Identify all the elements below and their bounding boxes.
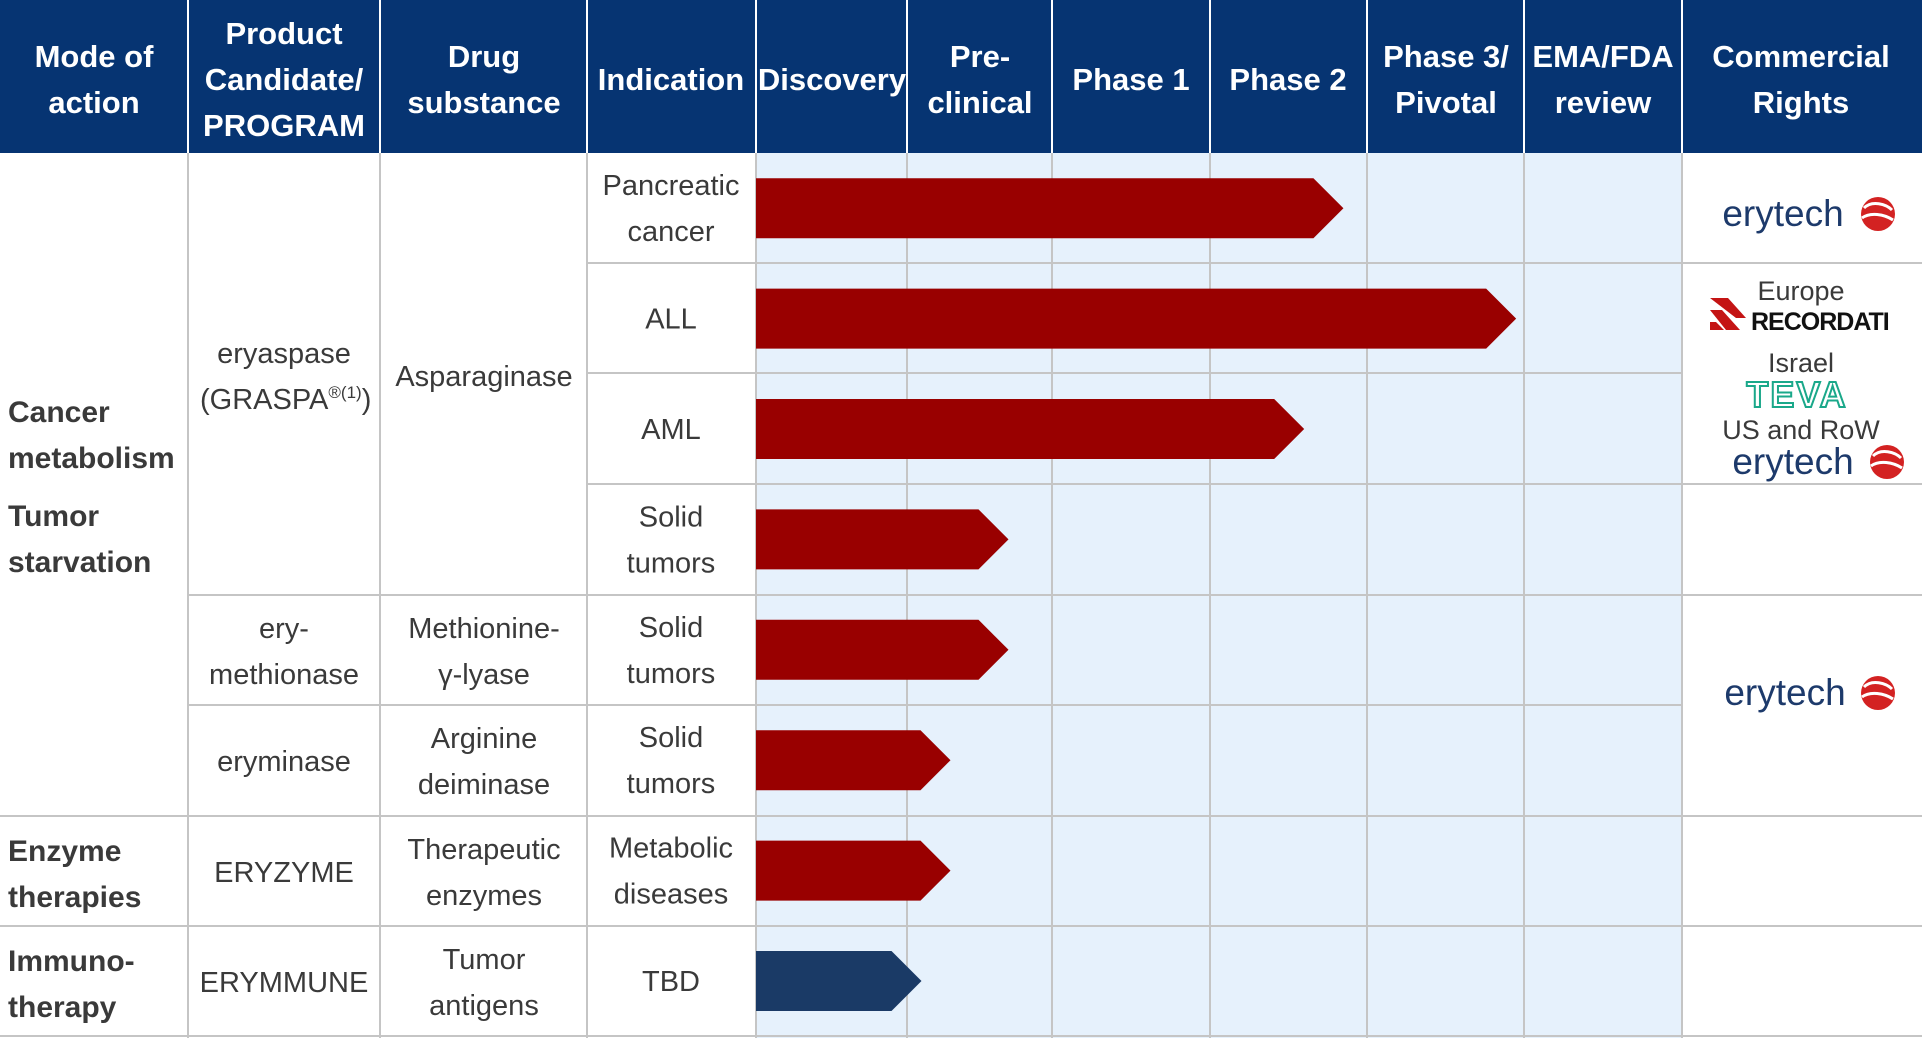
indication-label: tumors: [627, 768, 716, 800]
header-review-l1: EMA/FDA: [1532, 39, 1673, 74]
erytech-logo-pancreatic: erytech: [1722, 193, 1895, 234]
product-eryaspase-name: (GRASPA: [200, 384, 329, 416]
erytech-wordmark: erytech: [1722, 193, 1843, 234]
erytech-logo-methionase: erytech: [1724, 672, 1895, 713]
group-tumor-starvation-l1: Tumor: [8, 500, 99, 533]
indication-column: Pancreatic cancer ALL AML Solid tumors Solid tu…: [602, 170, 739, 998]
indication-label: tumors: [627, 547, 716, 579]
product-eryaspase-close: ): [362, 384, 372, 416]
indication-label: Solid: [639, 722, 704, 754]
group-immunotherapy-l2: therapy: [8, 991, 117, 1024]
group-cancer-metabolism-l2: metabolism: [8, 442, 175, 475]
progress-bar: [756, 399, 1305, 459]
indication-label: Solid: [639, 612, 704, 644]
product-erymethionase-l2: methionase: [209, 659, 359, 691]
pipeline-chart: Mode of action Product Candidate/ PROGRA…: [0, 0, 1922, 1038]
group-enzyme-therapies-l2: therapies: [8, 881, 141, 914]
indication-label: Pancreatic: [602, 170, 739, 202]
header-mode-l2: action: [48, 85, 139, 120]
substance-therapeutic-l1: Therapeutic: [407, 834, 560, 866]
erytech-swirl-icon: [1870, 445, 1904, 479]
progress-bar: [756, 509, 1009, 570]
product-eryaspase-l2: (GRASPA®(1)): [200, 383, 371, 416]
product-eryaspase-superscript: ®(1): [328, 383, 361, 402]
erytech-swirl-icon: [1861, 676, 1895, 710]
header-phase1: Phase 1: [1072, 62, 1189, 97]
indication-label: TBD: [642, 966, 700, 998]
indication-label: AML: [641, 414, 701, 446]
erytech-wordmark: erytech: [1732, 441, 1853, 482]
rights-europe-label: Europe: [1757, 276, 1844, 306]
erytech-swirl-icon: [1861, 197, 1895, 231]
product-erymmune: ERYMMUNE: [200, 967, 369, 999]
substance-methionine-l2: γ-lyase: [438, 659, 530, 691]
header-preclinical-l1: Pre-: [950, 39, 1010, 74]
product-erymethionase-l1: ery-: [259, 613, 309, 645]
group-immunotherapy-l1: Immuno-: [8, 945, 135, 978]
header-rights-l2: Rights: [1753, 85, 1849, 120]
product-eryzyme: ERYZYME: [214, 857, 354, 889]
group-tumor-starvation-l2: starvation: [8, 546, 151, 579]
indication-label: Solid: [639, 501, 704, 533]
progress-bar: [756, 619, 1009, 680]
header-product-l2: Candidate/: [205, 62, 364, 97]
mode-column: Cancer metabolism Tumor starvation Enzym…: [8, 396, 175, 1024]
progress-bar: [756, 730, 951, 791]
teva-logo: TEVA: [1745, 373, 1847, 416]
substance-arginine-l2: deiminase: [418, 769, 550, 801]
substance-asparaginase: Asparaginase: [395, 361, 572, 393]
group-cancer-metabolism-l1: Cancer: [8, 396, 110, 429]
substance-tumor-antigens-l1: Tumor: [443, 944, 526, 976]
substance-methionine-l1: Methionine-: [408, 613, 560, 645]
indication-label: tumors: [627, 658, 716, 690]
progress-bar: [756, 178, 1344, 239]
product-column: eryaspase (GRASPA®(1)) ery- methionase e…: [200, 338, 372, 999]
header-product-l3: PROGRAM: [203, 108, 365, 143]
product-eryaspase-l1: eryaspase: [217, 338, 351, 370]
substance-tumor-antigens-l2: antigens: [429, 990, 539, 1022]
header-drug-l1: Drug: [448, 39, 520, 74]
recordati-mark-icon: [1710, 298, 1746, 330]
indication-label: Metabolic: [609, 833, 733, 865]
rights-column: erytech Europe RECORDATI Israel TEVA US …: [1710, 193, 1904, 713]
header-phase3-l1: Phase 3/: [1383, 39, 1509, 74]
indication-label: cancer: [627, 216, 714, 248]
header-preclinical-l2: clinical: [927, 85, 1032, 120]
product-eryminase: eryminase: [217, 746, 351, 778]
header-product-l1: Product: [225, 16, 342, 51]
header-review-l2: review: [1555, 85, 1652, 120]
header-phase2: Phase 2: [1229, 62, 1346, 97]
header-phase3-l2: Pivotal: [1395, 85, 1497, 120]
indication-label: diseases: [614, 879, 728, 911]
substance-therapeutic-l2: enzymes: [426, 880, 542, 912]
header-rights-l1: Commercial: [1712, 39, 1889, 74]
progress-bar: [756, 840, 951, 901]
substance-column: Asparaginase Methionine- γ-lyase Arginin…: [395, 361, 572, 1022]
header-mode-l1: Mode of: [35, 39, 154, 74]
header-drug-l2: substance: [407, 85, 560, 120]
header-indication: Indication: [598, 62, 744, 97]
group-enzyme-therapies-l1: Enzyme: [8, 835, 121, 868]
erytech-logo-us-row: erytech: [1732, 441, 1904, 482]
teva-wordmark: TEVA: [1746, 374, 1847, 415]
progress-bar: [756, 951, 922, 1011]
header-discovery: Discovery: [758, 62, 907, 97]
substance-arginine-l1: Arginine: [431, 723, 537, 755]
erytech-wordmark: erytech: [1724, 672, 1845, 713]
progress-bar: [756, 288, 1517, 349]
recordati-wordmark: RECORDATI: [1751, 308, 1889, 336]
indication-label: ALL: [645, 304, 697, 336]
